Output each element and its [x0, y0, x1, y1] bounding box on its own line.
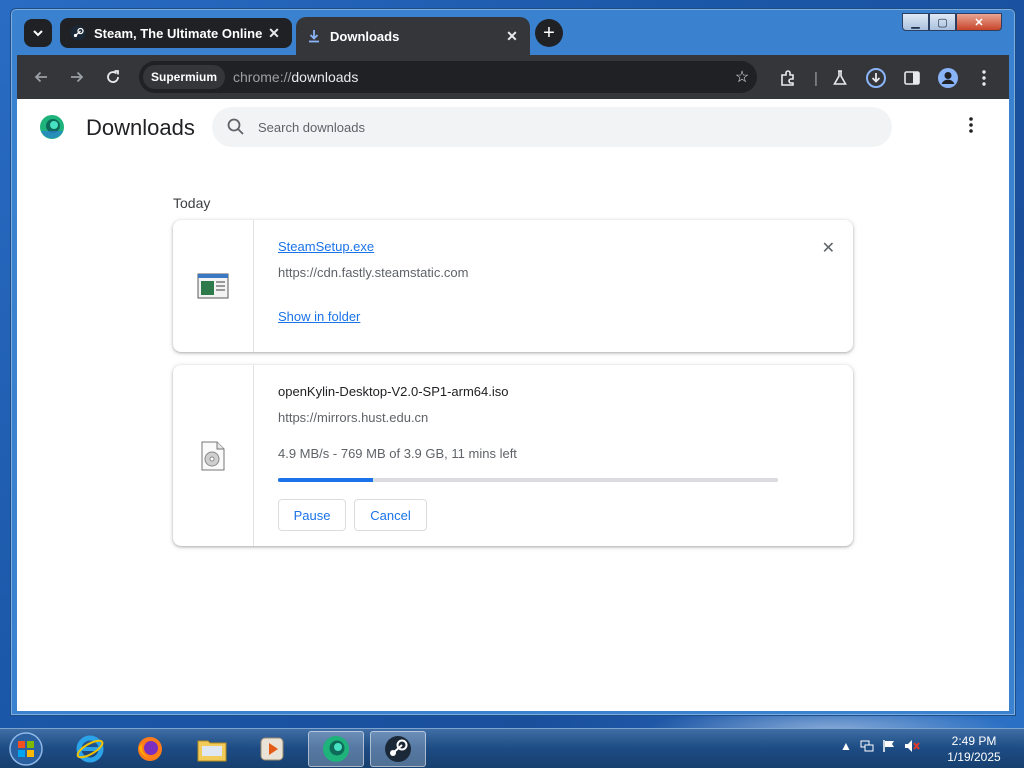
tab-downloads[interactable]: Downloads ✕ — [296, 17, 530, 55]
tab-steam[interactable]: Steam, The Ultimate Online Ga ✕ — [60, 18, 292, 48]
forward-arrow-icon[interactable] — [65, 65, 89, 89]
supermium-logo-icon — [39, 114, 65, 140]
browser-window: Steam, The Ultimate Online Ga ✕ Download… — [10, 8, 1016, 716]
profile-avatar-icon[interactable] — [937, 67, 959, 89]
download-filename: openKylin-Desktop-V2.0-SP1-arm64.iso — [278, 384, 509, 399]
system-tray: ▲ — [840, 739, 920, 756]
clock-date: 1/19/2025 — [947, 750, 1001, 764]
pause-button[interactable]: Pause — [278, 499, 346, 531]
downloads-header: Downloads — [17, 99, 1009, 157]
download-status-text: 4.9 MB/s - 769 MB of 3.9 GB, 11 mins lef… — [278, 446, 517, 461]
window-close-button[interactable]: ✕ — [956, 13, 1002, 31]
search-input[interactable] — [258, 119, 818, 135]
download-source-url: https://cdn.fastly.steamstatic.com — [278, 265, 469, 280]
progress-fill — [278, 478, 373, 482]
downloads-toolbar-icon[interactable] — [865, 67, 887, 89]
show-hidden-icons-icon[interactable]: ▲ — [840, 739, 852, 756]
tab-search-button[interactable] — [24, 19, 52, 47]
media-player-icon[interactable] — [244, 731, 300, 767]
cancel-button[interactable]: Cancel — [354, 499, 427, 531]
supermium-icon[interactable] — [308, 731, 364, 767]
download-icon — [306, 28, 322, 44]
steam-icon — [70, 25, 86, 41]
minimize-button[interactable]: ▁ — [902, 13, 929, 31]
internet-explorer-icon[interactable] — [62, 731, 118, 767]
download-details: openKylin-Desktop-V2.0-SP1-arm64.iso htt… — [278, 365, 853, 546]
clock-time: 2:49 PM — [951, 734, 997, 748]
windows-logo-icon — [9, 732, 43, 766]
extensions-icon[interactable] — [777, 67, 799, 89]
address-bar[interactable]: Supermium chrome://downloads ☆ — [139, 61, 757, 93]
iso-disc-file-icon — [201, 441, 225, 470]
download-details: SteamSetup.exe https://cdn.fastly.steams… — [278, 220, 853, 352]
close-icon[interactable]: ✕ — [266, 25, 282, 42]
url-scheme: chrome:// — [233, 69, 292, 85]
file-icon-column — [173, 365, 254, 546]
tab-strip: Steam, The Ultimate Online Ga ✕ Download… — [18, 13, 1008, 55]
download-filename-link[interactable]: SteamSetup.exe — [278, 239, 374, 254]
labs-flask-icon[interactable] — [829, 67, 851, 89]
url-path: downloads — [291, 69, 359, 85]
file-explorer-icon[interactable] — [184, 731, 240, 767]
close-icon[interactable]: ✕ — [504, 28, 520, 45]
back-arrow-icon[interactable] — [29, 65, 53, 89]
separator: | — [814, 69, 818, 87]
show-in-folder-link[interactable]: Show in folder — [278, 309, 360, 324]
action-center-flag-icon[interactable] — [882, 739, 896, 756]
tab-title: Steam, The Ultimate Online Ga — [94, 25, 266, 41]
download-item: openKylin-Desktop-V2.0-SP1-arm64.iso htt… — [173, 365, 853, 546]
windows-taskbar: ▲ 2:49 PM 1/19/2025 — [0, 728, 1024, 768]
reload-icon[interactable] — [101, 65, 125, 89]
tab-title: Downloads — [330, 28, 400, 44]
firefox-icon[interactable] — [122, 731, 178, 767]
search-icon — [227, 118, 244, 135]
volume-muted-icon[interactable] — [904, 739, 920, 756]
download-source-url: https://mirrors.hust.edu.cn — [278, 410, 429, 425]
new-tab-button[interactable]: + — [535, 19, 563, 47]
chevron-down-icon — [33, 30, 43, 37]
steam-icon[interactable] — [370, 731, 426, 767]
url-text[interactable]: chrome://downloads — [233, 69, 727, 85]
remove-download-icon[interactable]: ✕ — [822, 238, 835, 258]
page-menu-icon[interactable] — [961, 117, 981, 137]
download-item: SteamSetup.exe https://cdn.fastly.steams… — [173, 220, 853, 352]
browser-toolbar: Supermium chrome://downloads ☆ | — [17, 55, 1009, 99]
maximize-button[interactable]: ▢ — [929, 13, 956, 31]
window-controls: ▁ ▢ ✕ — [902, 13, 1002, 31]
more-menu-icon[interactable] — [973, 67, 995, 89]
bookmark-star-icon[interactable]: ☆ — [727, 67, 757, 87]
downloads-page: Downloads Today SteamSetup.exe https://c… — [17, 99, 1009, 711]
date-section-label: Today — [173, 195, 211, 211]
search-box[interactable] — [212, 107, 892, 147]
profile-chip[interactable]: Supermium — [143, 65, 226, 89]
exe-file-icon — [197, 273, 229, 299]
taskbar-clock[interactable]: 2:49 PM 1/19/2025 — [934, 733, 1014, 765]
file-icon-column — [173, 220, 254, 352]
page-title: Downloads — [86, 115, 195, 140]
start-button[interactable] — [6, 730, 46, 768]
network-icon[interactable] — [860, 739, 874, 756]
download-progress-bar — [278, 478, 778, 482]
side-panel-icon[interactable] — [901, 67, 923, 89]
